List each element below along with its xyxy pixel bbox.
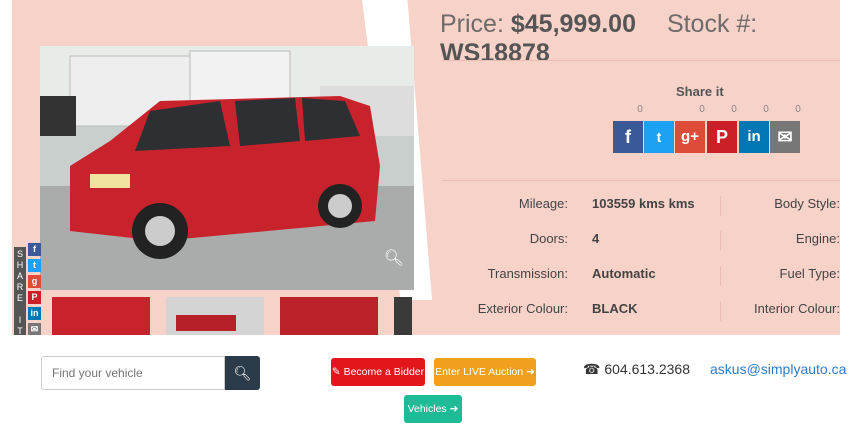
spec-label: Doors:: [529, 231, 568, 246]
vehicle-panel: 🔍︎ SHAREIT f t g P in ✉ Price: $45,999.0…: [12, 0, 840, 335]
facebook-share-icon[interactable]: f: [613, 121, 643, 153]
price-value: $45,999.00: [510, 10, 636, 38]
googleplus-count: 0: [699, 104, 705, 115]
phone-text: 604.613.2368: [604, 361, 690, 377]
search-button[interactable]: 🔍︎: [225, 356, 260, 390]
email-link[interactable]: askus@simplyauto.ca: [710, 361, 846, 377]
linkedin-share-icon[interactable]: in: [739, 121, 769, 153]
arrow-right-icon: ➜: [446, 403, 459, 415]
google-plus-icon[interactable]: g: [28, 275, 41, 288]
spec-value: Automatic: [592, 266, 656, 281]
vehicles-label: Vehicles: [407, 403, 447, 415]
facebook-icon[interactable]: f: [28, 243, 41, 256]
spec-label-right: Body Style:: [774, 196, 840, 211]
email-count: 0: [795, 104, 801, 115]
vehicles-button[interactable]: Vehicles ➜: [404, 395, 462, 423]
search-icon: 🔍︎: [233, 365, 252, 381]
linkedin-count: 0: [763, 104, 769, 115]
pinterest-icon[interactable]: P: [28, 291, 41, 304]
thumbnail-4[interactable]: [394, 297, 412, 335]
phone-icon: ☎: [583, 361, 601, 377]
become-bidder-label: Become a Bidder: [343, 366, 425, 378]
vertical-share-bar: SHAREIT f t g P in ✉: [14, 243, 41, 335]
vehicle-search: 🔍︎: [41, 356, 260, 390]
become-bidder-button[interactable]: ✎ Become a Bidder: [331, 358, 425, 386]
edit-icon: ✎: [331, 366, 344, 378]
pinterest-count: 0: [731, 104, 737, 115]
vehicle-main-photo[interactable]: 🔍︎: [40, 46, 414, 290]
linkedin-icon[interactable]: in: [28, 307, 41, 320]
divider: [442, 180, 840, 181]
spec-label: Mileage:: [518, 196, 568, 211]
thumbnail-1[interactable]: [52, 297, 150, 335]
search-input[interactable]: [41, 356, 225, 390]
divider: [442, 60, 840, 61]
thumbnail-3[interactable]: [280, 297, 378, 335]
spec-label-right: Fuel Type:: [779, 266, 840, 281]
pinterest-share-icon[interactable]: P: [707, 121, 737, 153]
phone-number[interactable]: ☎ 604.613.2368: [583, 361, 690, 378]
arrow-right-icon: ➜: [523, 366, 535, 378]
spec-label-right: Engine:: [795, 231, 840, 246]
spec-value: BLACK: [592, 301, 638, 316]
share-it-vertical-label: SHAREIT: [14, 247, 26, 335]
twitter-share-icon[interactable]: t: [644, 121, 674, 153]
thumbnail-2[interactable]: [166, 297, 264, 335]
email-icon[interactable]: ✉: [28, 323, 41, 335]
zoom-icon[interactable]: 🔍︎: [384, 248, 404, 268]
spec-value: 4: [592, 231, 600, 246]
google-plus-share-icon[interactable]: g+: [675, 121, 705, 153]
live-auction-button[interactable]: Enter LIVE Auction ➜: [434, 358, 536, 386]
share-title: Share it: [676, 84, 724, 99]
spec-label: Transmission:: [487, 266, 568, 281]
spec-label: Exterior Colour:: [477, 301, 568, 316]
stock-value: WS18878: [440, 39, 550, 67]
stock-label: Stock #:: [666, 10, 758, 38]
price-label: Price:: [440, 10, 504, 38]
live-auction-label: Enter LIVE Auction: [435, 366, 524, 378]
spec-label-right: Interior Colour:: [754, 301, 840, 316]
thumbnail-strip: [52, 297, 412, 335]
email-share-icon[interactable]: ✉: [770, 121, 800, 153]
facebook-count: 0: [637, 104, 643, 115]
twitter-icon[interactable]: t: [28, 259, 41, 272]
spec-value: 103559 kms kms: [592, 196, 695, 211]
